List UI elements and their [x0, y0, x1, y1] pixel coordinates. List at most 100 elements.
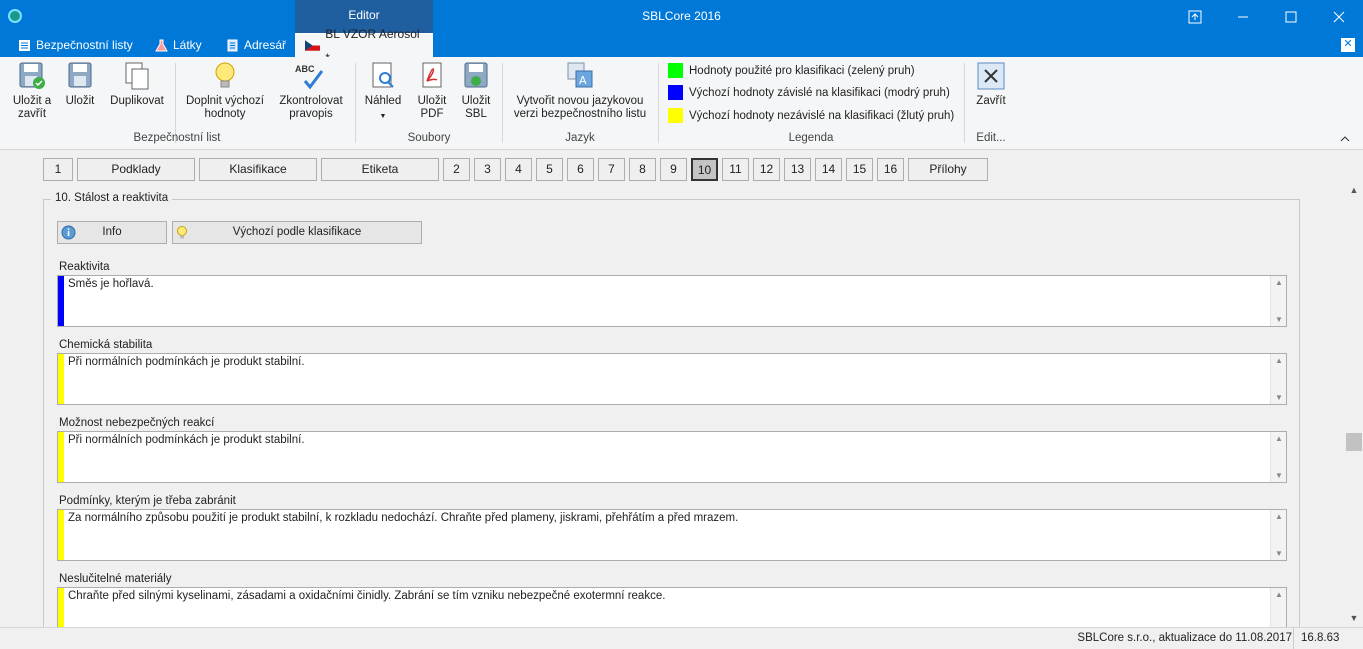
field-textarea-2[interactable]: Při normálních podmínkách je produkt sta…: [57, 431, 1287, 483]
dropdown-arrow-icon: ▼: [379, 113, 387, 120]
section-nav-button-2[interactable]: Klasifikace: [199, 158, 317, 181]
legend-item-green: Hodnoty použité pro klasifikaci (zelený …: [668, 63, 915, 78]
close-editor-button[interactable]: Zavřít: [970, 61, 1012, 108]
close-x-icon: [977, 61, 1005, 91]
section-nav-button-7[interactable]: 5: [536, 158, 563, 181]
section-nav-button-19[interactable]: Přílohy: [908, 158, 988, 181]
group-label-soubory: Soubory: [407, 132, 451, 144]
group-label-jazyk: Jazyk: [565, 132, 595, 144]
section-nav-button-13[interactable]: 11: [722, 158, 749, 181]
section-nav-button-4[interactable]: 2: [443, 158, 470, 181]
default-by-classification-button[interactable]: Výchozí podle klasifikace: [172, 221, 422, 244]
spellcheck-icon: ABC: [295, 61, 325, 91]
flask-icon: [155, 39, 168, 51]
scroll-up-icon[interactable]: ▲: [1271, 278, 1287, 287]
info-icon: [61, 225, 76, 248]
new-language-version-button[interactable]: A Vytvořit novou jazykovou verzi bezpečn…: [508, 61, 652, 121]
section-nav-button-1[interactable]: Podklady: [77, 158, 195, 181]
scroll-up-icon[interactable]: ▲: [1271, 590, 1287, 599]
button-label: Uložit: [65, 95, 95, 107]
collapse-ribbon-icon[interactable]: [1340, 131, 1350, 145]
button-label: Uložit a zavřít: [12, 95, 52, 120]
duplicate-button[interactable]: Duplikovat: [106, 61, 168, 108]
legend-item-yellow: Výchozí hodnoty nezávislé na klasifikaci…: [668, 108, 954, 123]
legend-item-blue: Výchozí hodnoty závislé na klasifikaci (…: [668, 85, 950, 100]
button-label: Uložit PDF: [417, 95, 447, 120]
svg-text:A: A: [579, 74, 587, 87]
app-logo-icon[interactable]: [8, 9, 22, 23]
section-nav-button-3[interactable]: Etiketa: [321, 158, 439, 181]
editor-content: 1 Podklady Klasifikace Etiketa 2 3 4 5 6 7 8 9 10 11 1…: [0, 151, 1345, 627]
save-button[interactable]: Uložit: [60, 61, 100, 108]
title-bar: Editor SBLCore 2016: [0, 0, 1363, 33]
spellcheck-button[interactable]: ABC Zkontrolovat pravopis: [274, 61, 348, 121]
field-scrollbar[interactable]: ▲▼: [1270, 432, 1286, 482]
window-title: SBLCore 2016: [642, 9, 721, 23]
field-scrollbar[interactable]: ▲▼: [1270, 276, 1286, 326]
tab-bl-vzor-aerosol[interactable]: BL VZOR Aerosol *: [295, 27, 433, 65]
field-textarea-3[interactable]: Za normálního způsobu použití je produkt…: [57, 509, 1287, 561]
button-label: Vytvořit novou jazykovou verzi bezpečnos…: [513, 95, 647, 120]
scroll-down-icon[interactable]: ▼: [1271, 471, 1287, 480]
status-bar: SBLCore s.r.o., aktualizace do 11.08.201…: [0, 627, 1363, 649]
status-company: SBLCore s.r.o., aktualizace do 11.08.201…: [1077, 632, 1292, 644]
green-swatch: [668, 63, 683, 78]
section-nav-button-5[interactable]: 3: [474, 158, 501, 181]
scroll-up-icon[interactable]: ▲: [1271, 512, 1287, 521]
save-sbl-button[interactable]: Uložit SBL: [456, 61, 496, 121]
fill-defaults-button[interactable]: Doplnit výchozí hodnoty: [180, 61, 270, 121]
close-window-icon[interactable]: [1315, 0, 1363, 33]
field-textarea-1[interactable]: Při normálních podmínkách je produkt sta…: [57, 353, 1287, 405]
group-label-bezpecnostni-list: Bezpečnostní list: [133, 132, 221, 144]
preview-button[interactable]: Náhled ▼: [360, 61, 406, 123]
tab-bezpecnostni-listy[interactable]: Bezpečnostní listy: [18, 33, 133, 57]
ribbon-tabs: Bezpečnostní listy Látky Adresář BL VZOR…: [0, 27, 1363, 65]
close-document-icon[interactable]: ✕: [1341, 38, 1355, 52]
section-nav-button-10[interactable]: 8: [629, 158, 656, 181]
section-nav-button-12[interactable]: 10: [691, 158, 718, 181]
button-label: Doplnit výchozí hodnoty: [186, 95, 264, 120]
scroll-up-icon[interactable]: ▲: [1345, 185, 1363, 195]
section-nav-button-9[interactable]: 7: [598, 158, 625, 181]
scroll-thumb[interactable]: [1346, 433, 1362, 451]
restore-ribbon-icon[interactable]: [1171, 0, 1219, 33]
button-label: Zkontrolovat pravopis: [279, 95, 343, 120]
section-nav-button-18[interactable]: 16: [877, 158, 904, 181]
section-nav-button-11[interactable]: 9: [660, 158, 687, 181]
translate-icon: A: [566, 61, 594, 91]
tab-label: Bezpečnostní listy: [36, 38, 133, 52]
info-button[interactable]: Info: [57, 221, 167, 244]
section-nav-button-14[interactable]: 12: [753, 158, 780, 181]
tab-latky[interactable]: Látky: [155, 33, 202, 57]
scroll-down-icon[interactable]: ▼: [1271, 549, 1287, 558]
minimize-icon[interactable]: [1219, 0, 1267, 33]
field-label-0: Reaktivita: [59, 261, 110, 273]
section-nav-button-15[interactable]: 13: [784, 158, 811, 181]
scroll-down-icon[interactable]: ▼: [1345, 613, 1363, 623]
section-nav-button-16[interactable]: 14: [815, 158, 842, 181]
scroll-down-icon[interactable]: ▼: [1271, 393, 1287, 402]
status-version: 16.8.63: [1293, 628, 1339, 649]
tab-adresar[interactable]: Adresář: [226, 33, 286, 57]
field-scrollbar[interactable]: ▲▼: [1270, 588, 1286, 627]
field-textarea-0[interactable]: Směs je hořlavá. ▲ ▼: [57, 275, 1287, 327]
scroll-down-icon[interactable]: ▼: [1271, 315, 1287, 324]
button-label: Náhled: [364, 95, 402, 107]
main-vertical-scrollbar[interactable]: ▲ ▼: [1345, 151, 1363, 627]
field-label-2: Možnost nebezpečných reakcí: [59, 417, 215, 429]
scroll-up-icon[interactable]: ▲: [1271, 434, 1287, 443]
field-scrollbar[interactable]: ▲▼: [1270, 510, 1286, 560]
section-nav-button-6[interactable]: 4: [505, 158, 532, 181]
ribbon-separator: [175, 63, 176, 143]
save-and-close-button[interactable]: Uložit a zavřít: [6, 61, 58, 121]
section-nav-button-17[interactable]: 15: [846, 158, 873, 181]
maximize-icon[interactable]: [1267, 0, 1315, 33]
field-textarea-4[interactable]: Chraňte před silnými kyselinami, zásadam…: [57, 587, 1287, 627]
section-nav-button-0[interactable]: 1: [43, 158, 73, 181]
info-button-label: Info: [102, 226, 122, 238]
field-scrollbar[interactable]: ▲▼: [1270, 354, 1286, 404]
scroll-up-icon[interactable]: ▲: [1271, 356, 1287, 365]
lightbulb-icon: [176, 225, 188, 248]
section-nav-button-8[interactable]: 6: [567, 158, 594, 181]
save-pdf-button[interactable]: Uložit PDF: [412, 61, 452, 121]
